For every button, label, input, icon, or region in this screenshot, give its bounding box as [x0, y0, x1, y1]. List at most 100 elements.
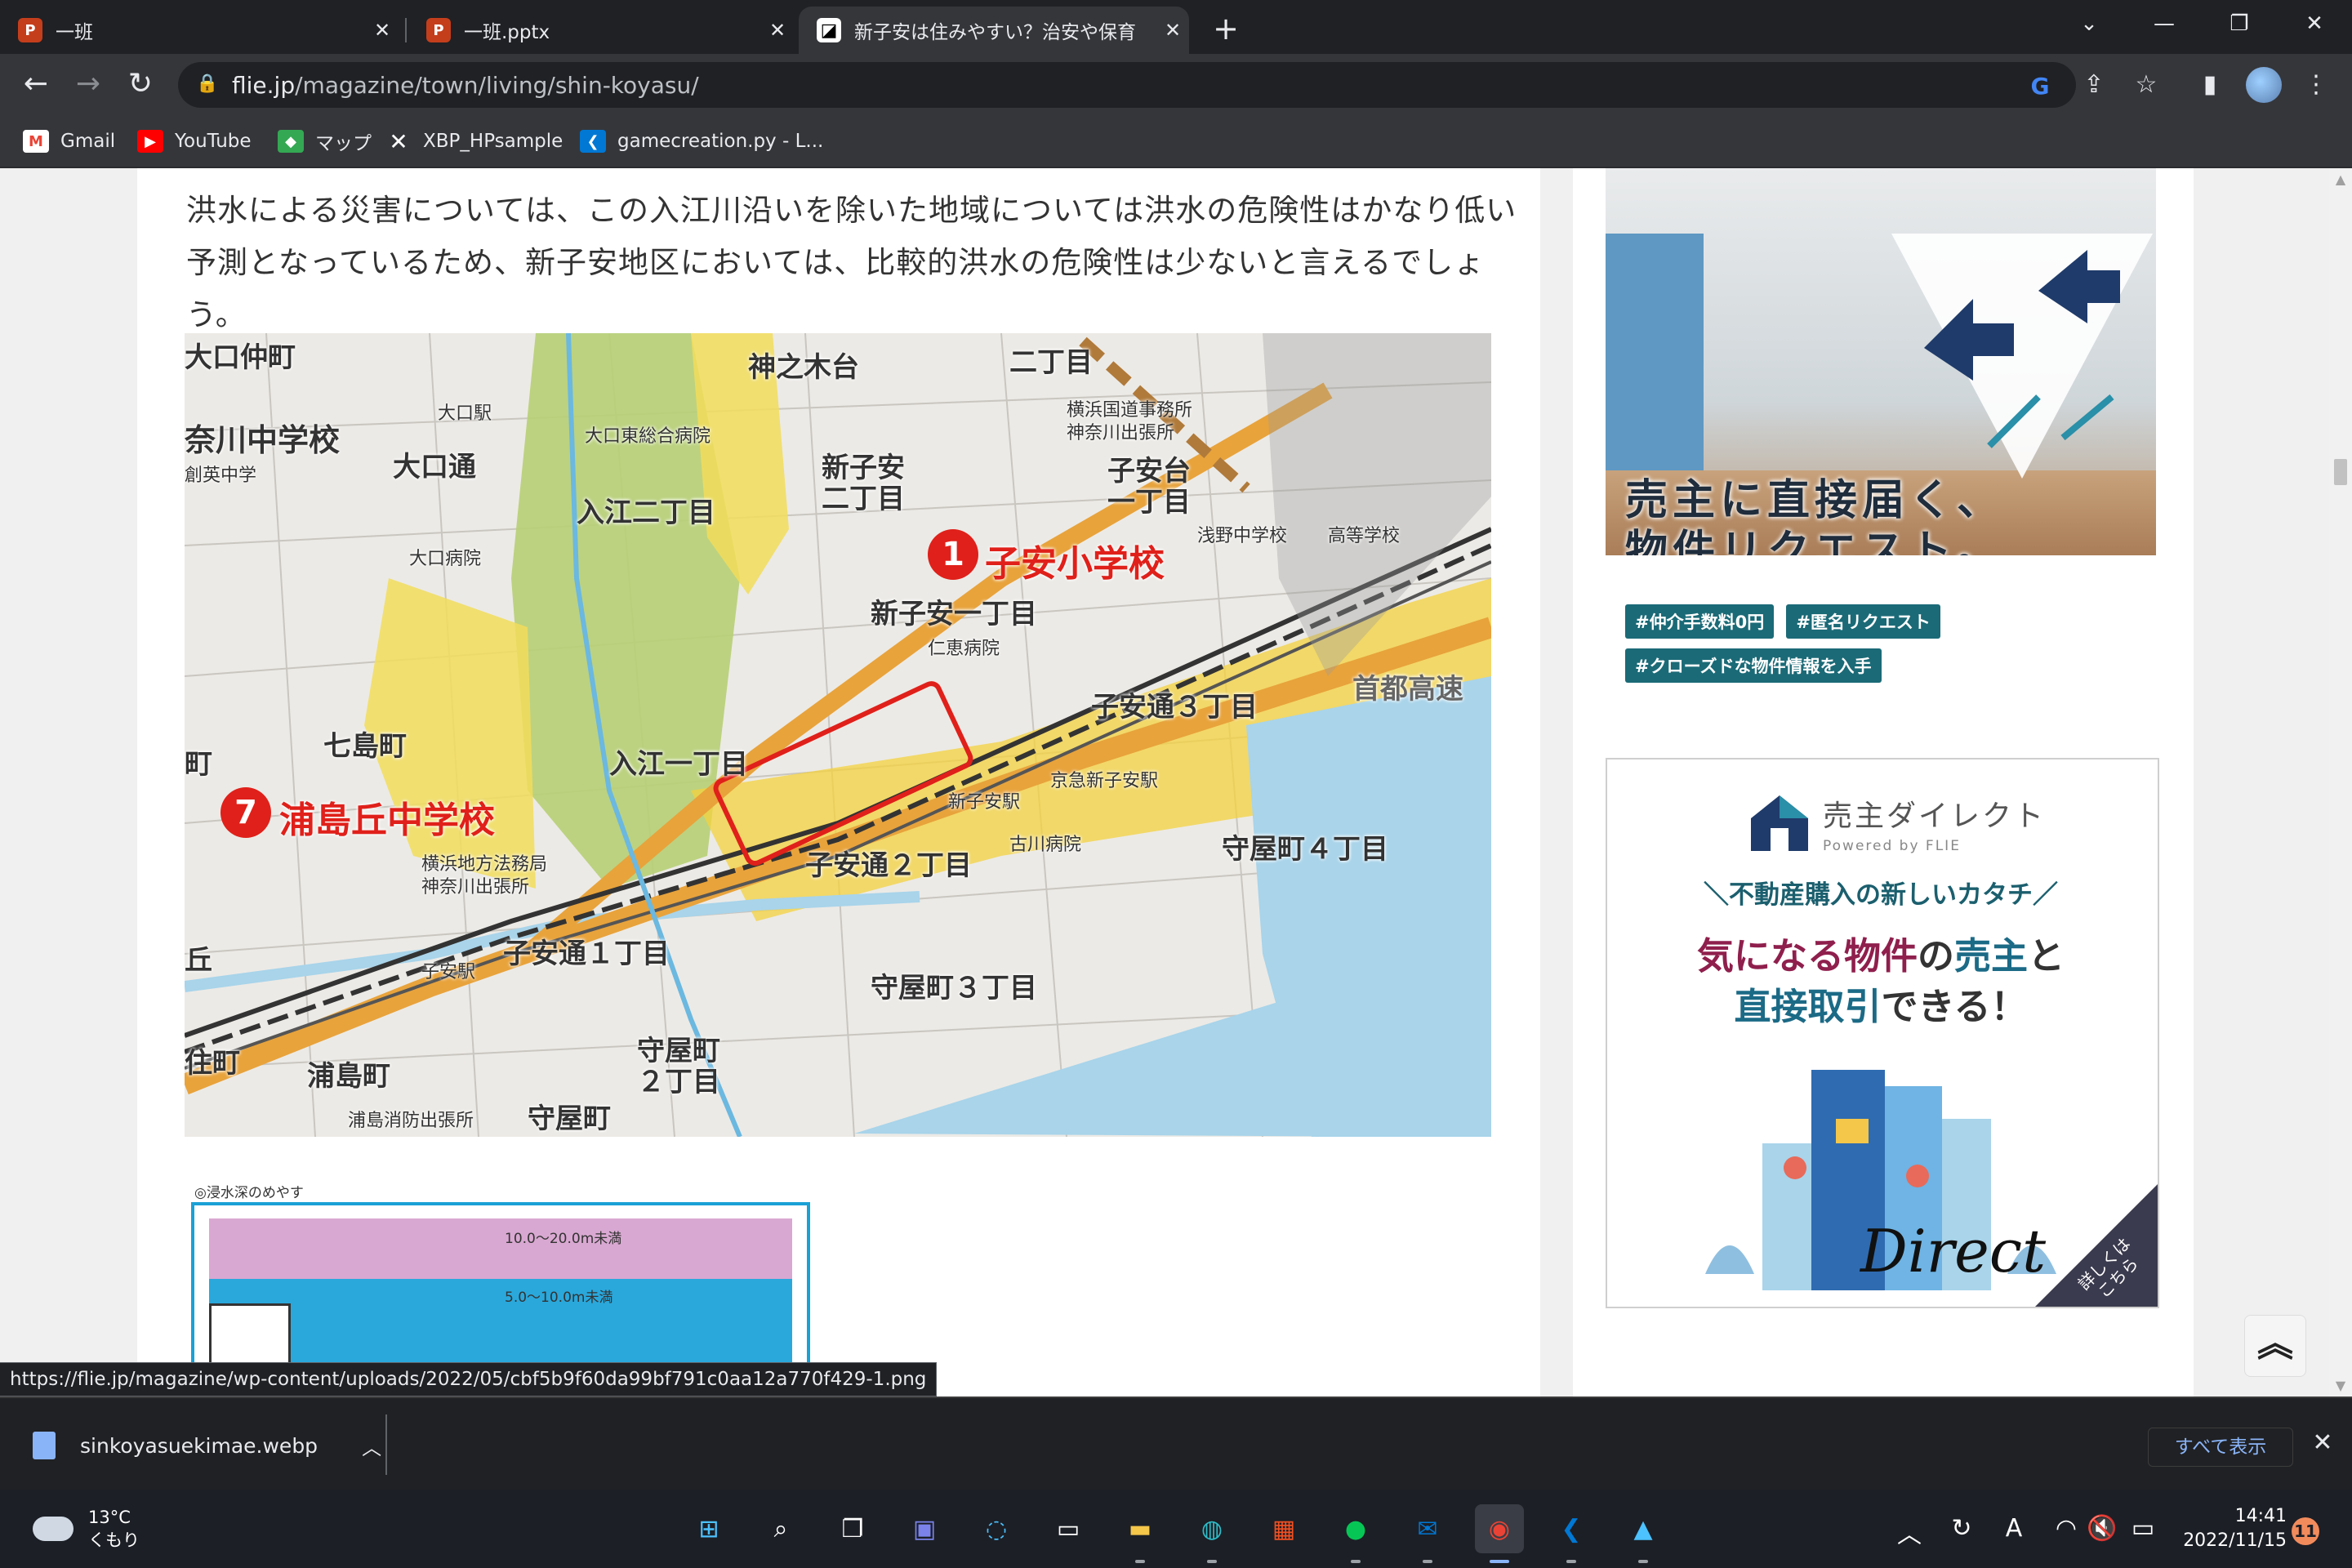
window-controls: ⌄ — ❐ ✕ [2051, 0, 2352, 49]
map-label: 神奈川出張所 [421, 877, 530, 898]
lock-icon[interactable]: 🔒 [196, 74, 218, 94]
photos-icon[interactable]: ▲ [1619, 1504, 1668, 1563]
school-number-badge: 7 [220, 787, 271, 838]
tag-closed-info[interactable]: #クローズドな物件情報を入手 [1625, 648, 1882, 683]
vscode-taskbar-icon[interactable]: ❮ [1547, 1504, 1596, 1563]
bookmark-maps[interactable]: ◆ マップ [278, 126, 372, 157]
notification-badge[interactable]: 11 [2292, 1517, 2319, 1545]
ad-headline-line: 売主に直接届く、 [1625, 476, 2005, 525]
google-lens-icon[interactable]: G [2024, 70, 2056, 103]
map-label: 浦島町 [307, 1060, 390, 1093]
weather-condition: くもり [88, 1530, 140, 1550]
map-label: 子安通２丁目 [805, 849, 972, 882]
ad-brand: 売主ダイレクト [1823, 800, 2047, 833]
map-label: 大口仲町 [185, 341, 296, 374]
tab-ichihan-pptx[interactable]: P 一班.pptx ✕ [408, 7, 794, 54]
tab-search-icon[interactable]: ⌄ [2051, 0, 2127, 49]
map-label: 仁恵病院 [928, 639, 1000, 659]
side-panel-icon[interactable]: ▮ [2190, 65, 2230, 105]
download-item[interactable]: sinkoyasuekimae.webp ︿ [33, 1423, 381, 1468]
scroll-thumb[interactable] [2334, 459, 2347, 485]
bookmark-gmail[interactable]: M Gmail [23, 126, 115, 157]
map-label: 神之木台 [748, 351, 859, 384]
reload-icon[interactable]: ↻ [119, 64, 162, 106]
house-logo-icon [1751, 795, 1808, 851]
volume-muted-icon[interactable]: 🔇 [2086, 1514, 2118, 1543]
forward-icon[interactable]: → [67, 64, 109, 106]
scroll-down-icon[interactable]: ▼ [2329, 1378, 2352, 1393]
line-icon[interactable]: ● [1331, 1504, 1380, 1563]
close-icon[interactable]: ✕ [1156, 19, 1189, 42]
tray-overflow-icon[interactable]: ︿ [1893, 1514, 1926, 1550]
close-window-icon[interactable]: ✕ [2277, 0, 2352, 49]
map-label: 二丁目 [1009, 346, 1093, 379]
tab-shinkoyasu[interactable]: ◪ 新子安は住みやすい？治安や保育 ✕ [799, 7, 1189, 54]
gmail-icon: M [23, 130, 49, 153]
map-label: 神奈川出張所 [1067, 423, 1175, 443]
ad-main-line1: 気になる物件の売主と [1696, 934, 2065, 978]
back-icon[interactable]: ← [15, 64, 57, 106]
powerpoint-icon: P [426, 18, 451, 42]
close-icon[interactable]: ✕ [366, 19, 399, 42]
wifi-icon[interactable]: ◠ [2050, 1514, 2082, 1543]
store-icon[interactable]: ▦ [1259, 1504, 1308, 1553]
bookmark-label: YouTube [175, 131, 252, 152]
terminal-icon[interactable]: ▭ [1044, 1504, 1093, 1553]
share-icon[interactable]: ⇪ [2074, 65, 2114, 105]
page-scrollbar[interactable]: ▲ ▼ [2329, 168, 2352, 1396]
minimize-icon[interactable]: — [2127, 0, 2202, 49]
teams-chat-icon[interactable]: ▣ [900, 1504, 949, 1553]
bookmark-label: Gmail [60, 131, 116, 152]
file-explorer-icon[interactable]: ▬ [1116, 1504, 1165, 1563]
legend-label: 10.0〜20.0m未満 [505, 1231, 622, 1247]
map-label: 京急新子安駅 [1050, 771, 1159, 791]
start-button-icon[interactable]: ⊞ [684, 1504, 733, 1553]
chrome-icon[interactable]: ◉ [1475, 1504, 1524, 1563]
urinushi-direct-ad[interactable]: 売主ダイレクト Powered by FLIE ＼不動産購入の新しいカタチ／ 気… [1606, 758, 2159, 1308]
map-label: 浅野中学校 [1197, 526, 1288, 546]
restore-icon[interactable]: ❐ [2202, 0, 2277, 49]
map-label: 町 [185, 748, 212, 781]
bookmark-star-icon[interactable]: ☆ [2127, 65, 2166, 105]
legend-band-deep [209, 1218, 792, 1279]
map-label: 住町 [185, 1047, 240, 1080]
profile-avatar[interactable] [2246, 67, 2282, 103]
outlook-icon[interactable]: ✉ [1403, 1504, 1452, 1563]
ime-icon[interactable]: A [1998, 1514, 2030, 1543]
battery-icon[interactable]: ▭ [2127, 1514, 2159, 1543]
legend-caption: ◎浸水深のめやす [194, 1185, 304, 1201]
search-icon[interactable]: ⌕ [756, 1504, 805, 1553]
bookmark-vscode[interactable]: ❮ gamecreation.py - L... [580, 126, 823, 157]
bookmark-xbp[interactable]: ✕ XBP_HPsample [385, 126, 563, 157]
close-download-bar-icon[interactable]: ✕ [2305, 1423, 2341, 1463]
new-tab-button[interactable]: + [1205, 8, 1246, 49]
weather-widget[interactable]: 13°C くもり [33, 1506, 140, 1552]
tab-separator [405, 18, 407, 42]
chevron-up-icon[interactable]: ︿ [362, 1432, 381, 1460]
address-bar[interactable]: 🔒 flie.jp/magazine/town/living/shin-koya… [178, 62, 2076, 108]
url-text[interactable]: flie.jp/magazine/town/living/shin-koyasu… [232, 72, 699, 99]
tag-commission-free[interactable]: #仲介手数料0円 [1625, 604, 1775, 639]
download-separator [385, 1414, 387, 1475]
image-file-icon [33, 1432, 56, 1459]
cloud-icon [33, 1517, 74, 1541]
map-label: 高等学校 [1328, 526, 1401, 546]
flood-hazard-map[interactable]: 大口仲町 神之木台 二丁目 奈川中学校 大口駅 大口通 大口東総合病院 創英中学… [185, 333, 1491, 1137]
edge-icon[interactable]: ◍ [1187, 1504, 1236, 1563]
system-clock[interactable]: 14:41 2022/11/15 [2172, 1504, 2287, 1553]
task-view-icon[interactable]: ❐ [828, 1504, 877, 1553]
request-ad-banner[interactable]: 売主に直接届く、 物件リクエスト。 [1606, 168, 2156, 555]
bookmark-youtube[interactable]: ▶ YouTube [137, 126, 252, 157]
show-all-button[interactable]: すべて表示 [2148, 1428, 2293, 1467]
tag-anonymous-request[interactable]: #匿名リクエスト [1786, 604, 1940, 639]
cortana-icon[interactable]: ◌ [972, 1504, 1021, 1553]
scroll-up-icon[interactable]: ▲ [2329, 172, 2352, 187]
back-to-top-button[interactable]: ︽ [2244, 1315, 2306, 1377]
map-label: 子安駅 [421, 962, 476, 982]
sync-icon[interactable]: ↻ [1945, 1514, 1978, 1543]
ad-tagline: ＼不動産購入の新しいカタチ／ [1704, 880, 2058, 910]
close-icon[interactable]: ✕ [761, 19, 794, 42]
map-label: 入江二丁目 [577, 497, 715, 529]
tab-ichihan[interactable]: P 一班 ✕ [0, 7, 399, 54]
menu-icon[interactable]: ⋮ [2296, 65, 2336, 105]
